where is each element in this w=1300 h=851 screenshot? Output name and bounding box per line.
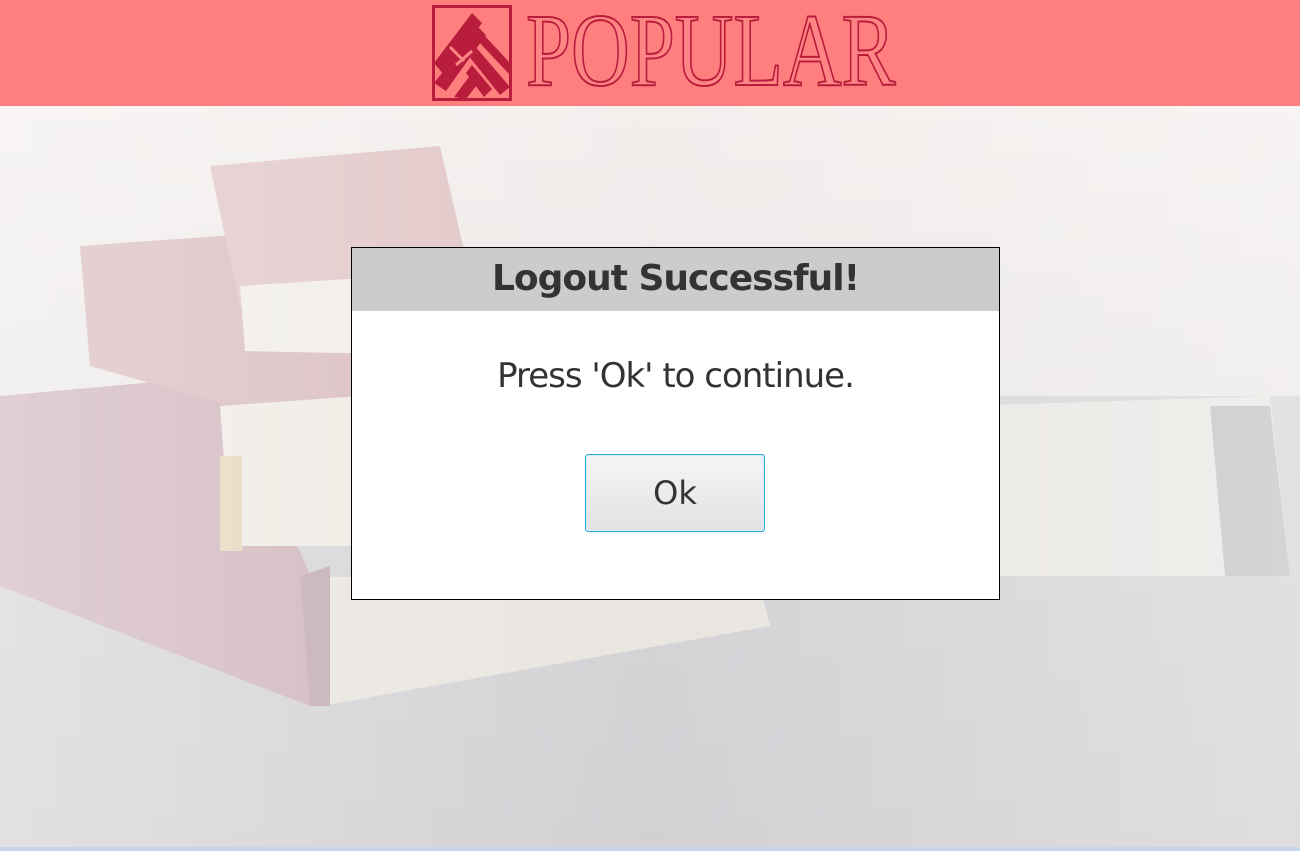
app-window: POPULAR Logout Successful! Press 'Ok' to… [0,0,1300,851]
ok-button[interactable]: Ok [585,454,765,532]
popular-logo-mark-icon [432,5,512,101]
header-bar: POPULAR [0,0,1300,106]
dialog-header: Logout Successful! [352,248,999,311]
dialog-title: Logout Successful! [491,258,860,299]
logo-text: POPULAR [525,0,896,108]
bottom-edge [0,847,1300,851]
logout-dialog: Logout Successful! Press 'Ok' to continu… [351,247,1000,600]
popular-logo: POPULAR [432,0,896,104]
dialog-message: Press 'Ok' to continue. [497,356,855,396]
